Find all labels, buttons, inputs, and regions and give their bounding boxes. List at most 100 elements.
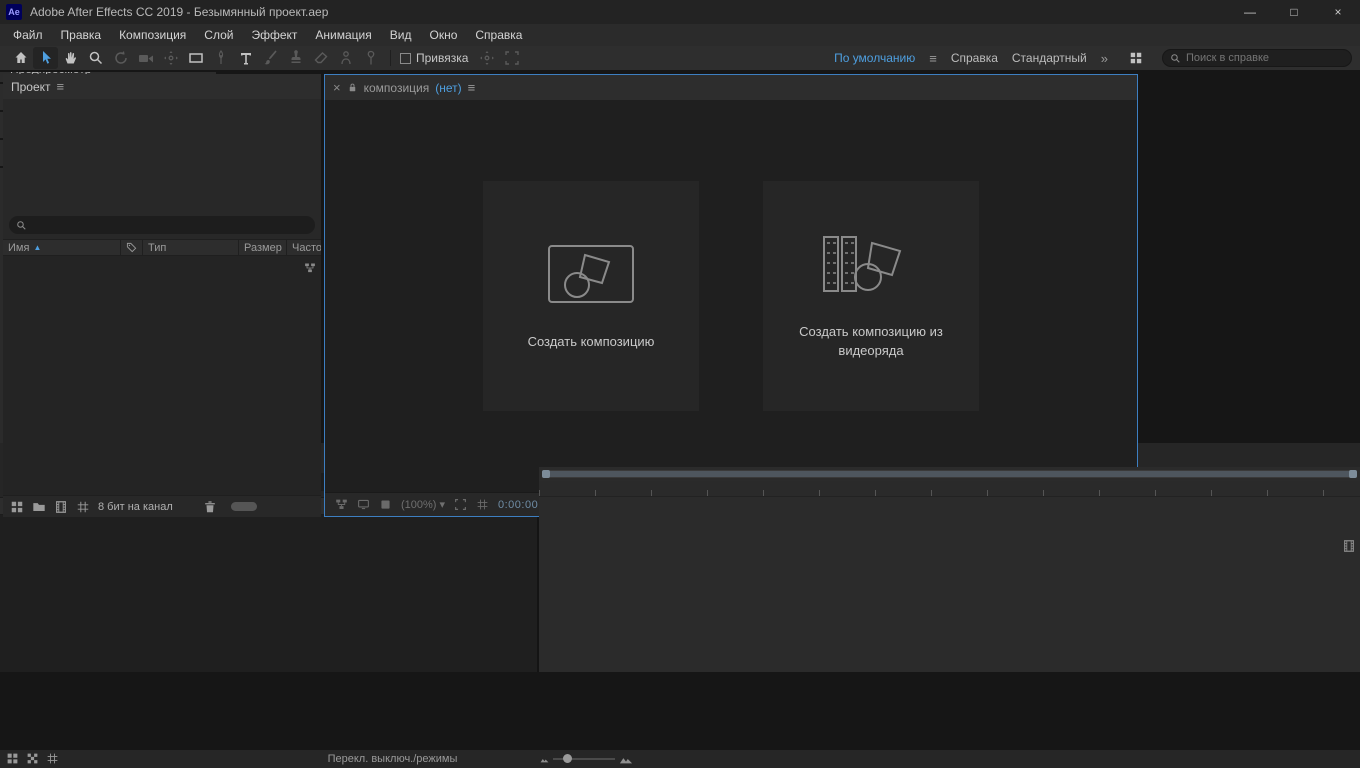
- snap-options-button[interactable]: [474, 47, 499, 69]
- camera-tool[interactable]: [133, 47, 158, 69]
- window-title: Adobe After Effects CC 2019 - Безымянный…: [30, 5, 328, 19]
- menu-window[interactable]: Окно: [420, 28, 466, 42]
- close-button[interactable]: ×: [1316, 0, 1360, 24]
- time-navigator-track[interactable]: [542, 470, 1357, 478]
- trash-icon[interactable]: [203, 500, 217, 514]
- magnifier-icon: [88, 50, 104, 66]
- composition-panel-menu-icon[interactable]: ≡: [468, 80, 476, 95]
- column-framerate[interactable]: Частота ...: [287, 240, 321, 255]
- eraser-tool[interactable]: [308, 47, 333, 69]
- bit-depth-label[interactable]: 8 бит на канал: [98, 501, 173, 513]
- snap-label[interactable]: Привязка: [416, 51, 468, 65]
- project-column-headers: Имя ▲ Тип Размер Частота ...: [3, 239, 321, 256]
- snap-bounds-button[interactable]: [499, 47, 524, 69]
- new-composition-icon[interactable]: [54, 500, 68, 514]
- pen-tool[interactable]: [208, 47, 233, 69]
- clone-stamp-tool[interactable]: [283, 47, 308, 69]
- composition-tab[interactable]: композиция: [364, 81, 430, 95]
- time-navigator-end-handle[interactable]: [1349, 470, 1357, 478]
- shape-tool[interactable]: [183, 47, 208, 69]
- workspace-overflow-chevrons[interactable]: »: [1101, 51, 1109, 66]
- project-panel-menu-icon[interactable]: ≡: [57, 79, 65, 94]
- puppet-pin-icon: [363, 50, 379, 66]
- help-search-box[interactable]: [1162, 49, 1352, 67]
- new-composition-label: Создать композицию: [506, 333, 676, 352]
- footer-scroll-thumb[interactable]: [231, 502, 257, 511]
- snap-checkbox[interactable]: [400, 53, 411, 64]
- type-tool[interactable]: [233, 47, 258, 69]
- new-composition-card[interactable]: Создать композицию: [483, 181, 699, 411]
- interpret-footage-icon[interactable]: [10, 500, 24, 514]
- menu-layer[interactable]: Слой: [195, 28, 242, 42]
- workspace-menu-icon[interactable]: ≡: [929, 51, 937, 66]
- time-ruler[interactable]: [539, 481, 1360, 497]
- workspace-switcher-button[interactable]: [1123, 47, 1148, 69]
- new-composition-from-footage-card[interactable]: Создать композицию из видеоряда: [763, 181, 979, 411]
- menu-file[interactable]: Файл: [4, 28, 52, 42]
- app-logo: Ae: [6, 4, 22, 20]
- time-navigator-start-handle[interactable]: [542, 470, 550, 478]
- toggle-inout-pane-icon[interactable]: [46, 752, 59, 765]
- grid-guides-icon[interactable]: [476, 498, 489, 511]
- column-label-color[interactable]: [121, 240, 143, 255]
- close-tab-icon[interactable]: ×: [333, 80, 341, 95]
- puppet-pin-tool[interactable]: [358, 47, 383, 69]
- zoom-tool[interactable]: [83, 47, 108, 69]
- lock-icon[interactable]: [347, 82, 358, 93]
- zoom-slider-track[interactable]: [553, 758, 615, 760]
- mini-flowchart-icon[interactable]: [335, 498, 348, 511]
- help-search-input[interactable]: [1186, 52, 1344, 64]
- workspace-tab-default[interactable]: По умолчанию: [834, 51, 915, 65]
- safe-margins-icon[interactable]: [454, 498, 467, 511]
- workspace-tab-help[interactable]: Справка: [951, 51, 998, 65]
- home-tool[interactable]: [8, 47, 33, 69]
- time-navigator-bar[interactable]: [550, 471, 1349, 477]
- workspace-tab-standard[interactable]: Стандартный: [1012, 51, 1087, 65]
- roto-brush-tool[interactable]: [333, 47, 358, 69]
- menu-effect[interactable]: Эффект: [242, 28, 306, 42]
- magnification-control[interactable]: (100%) ▾: [401, 498, 445, 511]
- zoom-out-mountain-icon[interactable]: [540, 755, 549, 764]
- workspace-bar: По умолчанию ≡ Справка Стандартный »: [834, 47, 1352, 69]
- column-type[interactable]: Тип: [143, 240, 239, 255]
- project-search-input[interactable]: [32, 219, 308, 231]
- menu-composition[interactable]: Композиция: [110, 28, 195, 42]
- channel-swatch-icon[interactable]: [379, 498, 392, 511]
- brush-tool[interactable]: [258, 47, 283, 69]
- toggle-transfer-pane-icon[interactable]: [26, 752, 39, 765]
- pan-behind-tool[interactable]: [158, 47, 183, 69]
- zoom-slider-handle[interactable]: [563, 754, 572, 763]
- composition-button-icon[interactable]: [1342, 539, 1356, 553]
- project-item-list[interactable]: [3, 256, 321, 495]
- project-tab-bar: Проект ≡: [3, 74, 321, 99]
- menu-help[interactable]: Справка: [466, 28, 531, 42]
- composition-tab-bar: × композиция (нет) ≡: [325, 75, 1137, 100]
- column-name[interactable]: Имя ▲: [3, 240, 121, 255]
- rotation-tool[interactable]: [108, 47, 133, 69]
- project-settings-icon[interactable]: [76, 500, 90, 514]
- title-bar: Ae Adobe After Effects CC 2019 - Безымян…: [0, 0, 1360, 24]
- selection-tool[interactable]: [33, 47, 58, 69]
- project-panel-tab[interactable]: Проект: [11, 80, 51, 94]
- mini-flowchart-icon[interactable]: [304, 262, 316, 274]
- timeline-track-area[interactable]: [539, 497, 1360, 672]
- hand-tool[interactable]: [58, 47, 83, 69]
- menu-animation[interactable]: Анимация: [306, 28, 380, 42]
- toggle-switches-pane-icon[interactable]: [6, 752, 19, 765]
- monitor-icon[interactable]: [357, 498, 370, 511]
- menu-view[interactable]: Вид: [381, 28, 421, 42]
- toggle-switches-modes-button[interactable]: Перекл. выключ./режимы: [250, 753, 535, 765]
- new-composition-from-footage-label: Создать композицию из видеоряда: [786, 323, 956, 361]
- home-icon: [13, 50, 29, 66]
- tag-icon: [126, 242, 137, 253]
- maximize-button[interactable]: □: [1272, 0, 1316, 24]
- new-folder-icon[interactable]: [32, 500, 46, 514]
- minimize-button[interactable]: —: [1228, 0, 1272, 24]
- column-size[interactable]: Размер: [239, 240, 287, 255]
- time-navigator: [539, 467, 1360, 481]
- zoom-in-mountain-icon[interactable]: [619, 752, 633, 766]
- timeline-layer-list[interactable]: [0, 515, 537, 672]
- menu-edit[interactable]: Правка: [52, 28, 111, 42]
- project-search-box[interactable]: [9, 216, 315, 234]
- camera-icon: [138, 50, 154, 66]
